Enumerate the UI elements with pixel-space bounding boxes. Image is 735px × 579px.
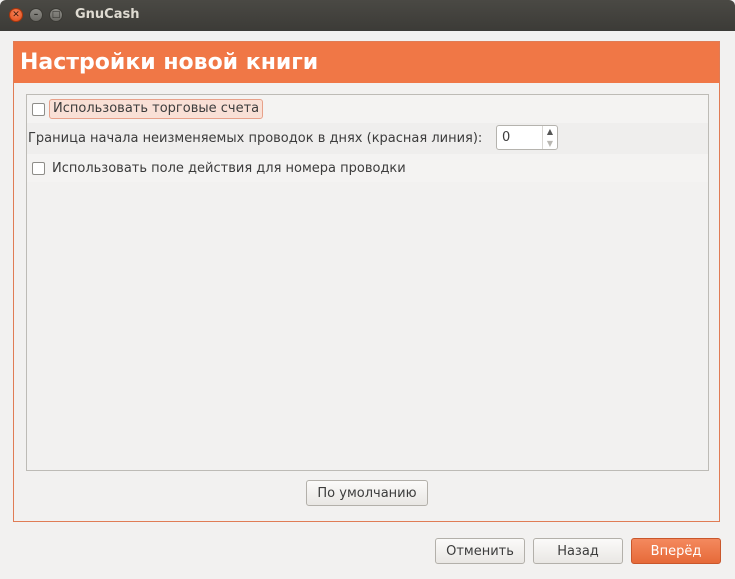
close-icon: ✕ [12, 9, 20, 20]
read-only-days-row: Граница начала неизменяемых проводок в д… [27, 123, 708, 154]
defaults-button[interactable]: По умолчанию [306, 480, 428, 506]
trading-accounts-checkbox[interactable] [32, 102, 45, 116]
num-action-checkbox[interactable] [32, 161, 45, 175]
read-only-days-spinner[interactable]: 0 ▲ ▼ [496, 125, 558, 150]
minimize-icon: – [33, 9, 39, 20]
minimize-window-button[interactable]: – [29, 8, 43, 22]
options-panel: Использовать торговые счета Граница нача… [26, 94, 709, 471]
spinner-arrows[interactable]: ▲ ▼ [542, 126, 557, 149]
cancel-button[interactable]: Отменить [435, 538, 525, 564]
page-heading: Настройки новой книги [14, 42, 719, 83]
read-only-days-label: Граница начала неизменяемых проводок в д… [28, 131, 483, 146]
read-only-days-value[interactable]: 0 [502, 130, 510, 145]
maximize-icon: □ [51, 9, 61, 20]
window-title: GnuCash [75, 7, 140, 22]
num-action-row[interactable]: Использовать поле действия для номера пр… [27, 154, 708, 182]
trading-accounts-label[interactable]: Использовать торговые счета [49, 99, 264, 119]
spin-up-icon[interactable]: ▲ [547, 127, 553, 136]
spin-down-icon[interactable]: ▼ [547, 139, 553, 148]
close-window-button[interactable]: ✕ [9, 8, 23, 22]
trading-accounts-row[interactable]: Использовать торговые счета [27, 95, 708, 123]
maximize-window-button[interactable]: □ [49, 8, 63, 22]
forward-button[interactable]: Вперёд [631, 538, 721, 564]
num-action-label[interactable]: Использовать поле действия для номера пр… [52, 161, 406, 176]
assistant-page: Настройки новой книги Использовать торго… [13, 41, 720, 522]
window-titlebar: ✕ – □ GnuCash [0, 0, 735, 31]
back-button[interactable]: Назад [533, 538, 623, 564]
